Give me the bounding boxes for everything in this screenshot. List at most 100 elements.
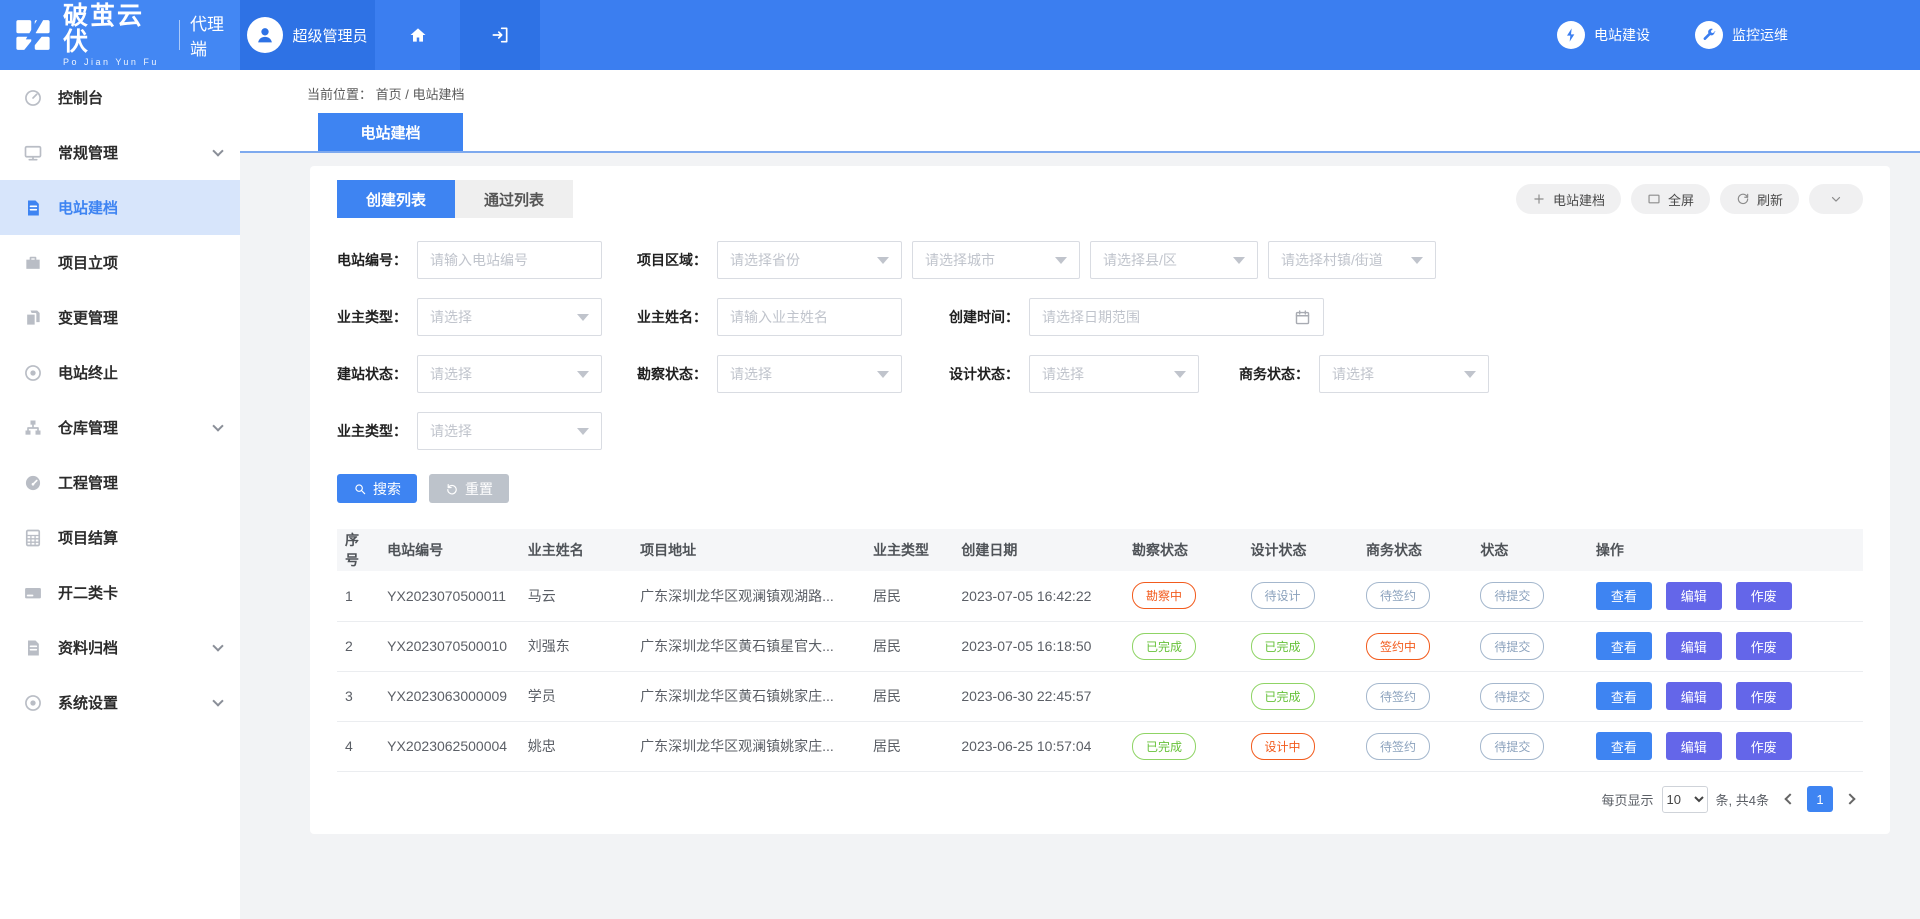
fullscreen-button[interactable]: 全屏 bbox=[1631, 184, 1710, 214]
design-status-badge: 待设计 bbox=[1251, 582, 1315, 609]
sidebar-item[interactable]: 项目立项 bbox=[0, 235, 240, 290]
sidebar-item[interactable]: 项目结算 bbox=[0, 510, 240, 565]
region-label: 项目区域： bbox=[637, 250, 707, 270]
header-nav-item[interactable]: 监控运维 bbox=[1695, 21, 1788, 49]
header-nav-item[interactable]: 电站建设 bbox=[1557, 21, 1650, 49]
user-menu[interactable]: 超级管理员 bbox=[240, 0, 375, 70]
sidebar-item[interactable]: 开二类卡 bbox=[0, 565, 240, 620]
home-button[interactable] bbox=[375, 0, 460, 70]
sidebar-item-icon bbox=[23, 253, 43, 273]
create-time-label: 创建时间： bbox=[949, 307, 1019, 327]
view-button[interactable]: 查看 bbox=[1596, 682, 1652, 710]
logo-title: 破茧云伏 bbox=[63, 3, 169, 56]
per-page-select[interactable]: 10 bbox=[1662, 786, 1708, 813]
date-range-picker[interactable]: 请选择日期范围 bbox=[1029, 298, 1324, 336]
sidebar-item-label: 工程管理 bbox=[58, 472, 118, 493]
view-button[interactable]: 查看 bbox=[1596, 582, 1652, 610]
business-status-badge: 待签约 bbox=[1366, 683, 1430, 710]
cell-created: 2023-07-05 16:42:22 bbox=[953, 571, 1124, 621]
edit-button[interactable]: 编辑 bbox=[1666, 582, 1722, 610]
sidebar-item[interactable]: 变更管理 bbox=[0, 290, 240, 345]
design-status-badge: 设计中 bbox=[1251, 733, 1315, 760]
sidebar-item[interactable]: 工程管理 bbox=[0, 455, 240, 510]
cell-owner-type: 居民 bbox=[865, 721, 953, 771]
survey-status-badge: 已完成 bbox=[1132, 733, 1196, 760]
user-name: 超级管理员 bbox=[292, 25, 367, 46]
tab[interactable]: 创建列表 bbox=[337, 180, 455, 218]
sidebar-item[interactable]: 电站终止 bbox=[0, 345, 240, 400]
sidebar-item-icon bbox=[23, 638, 43, 658]
business-status-select[interactable]: 请选择 bbox=[1319, 355, 1489, 393]
search-icon bbox=[353, 482, 367, 496]
table-row: 3 YX2023063000009 学员 广东深圳龙华区黄石镇姚家庄... 居民… bbox=[337, 671, 1863, 721]
header-nav: 电站建设 监控运维 bbox=[1557, 0, 1920, 70]
owner-name-label: 业主姓名： bbox=[637, 307, 707, 327]
village-select[interactable]: 请选择村镇/街道 bbox=[1268, 241, 1436, 279]
column-header: 电站编号 bbox=[379, 529, 520, 571]
build-status-select[interactable]: 请选择 bbox=[417, 355, 602, 393]
prev-page-button[interactable] bbox=[1777, 786, 1799, 812]
column-header: 业主姓名 bbox=[520, 529, 632, 571]
survey-status-badge: 勘察中 bbox=[1132, 582, 1196, 609]
void-button[interactable]: 作废 bbox=[1736, 632, 1792, 660]
refresh-icon bbox=[1736, 192, 1750, 206]
breadcrumb-home-link[interactable]: 首页 bbox=[376, 87, 402, 102]
view-button[interactable]: 查看 bbox=[1596, 632, 1652, 660]
survey-status-label: 勘察状态： bbox=[637, 364, 707, 384]
column-header: 状态 bbox=[1472, 529, 1587, 571]
owner-name-input[interactable] bbox=[717, 298, 902, 336]
collapse-button[interactable] bbox=[1809, 184, 1863, 214]
business-status-badge: 待签约 bbox=[1366, 733, 1430, 760]
view-button[interactable]: 查看 bbox=[1596, 732, 1652, 760]
page-tab[interactable]: 电站建档 bbox=[318, 113, 463, 151]
cell-owner-type: 居民 bbox=[865, 621, 953, 671]
logo-icon bbox=[12, 14, 54, 56]
owner-type-label: 业主类型： bbox=[337, 307, 407, 327]
owner-type-select[interactable]: 请选择 bbox=[417, 298, 602, 336]
void-button[interactable]: 作废 bbox=[1736, 582, 1792, 610]
tab[interactable]: 通过列表 bbox=[455, 180, 573, 218]
table-row: 1 YX2023070500011 马云 广东深圳龙华区观澜镇观湖路... 居民… bbox=[337, 571, 1863, 621]
table-header-row: 序号电站编号业主姓名项目地址业主类型创建日期勘察状态设计状态商务状态状态操作 bbox=[337, 529, 1863, 571]
logout-icon bbox=[490, 25, 510, 45]
survey-status-badge: 已完成 bbox=[1132, 633, 1196, 660]
logout-button[interactable] bbox=[460, 0, 540, 70]
sidebar-item-icon bbox=[23, 198, 43, 218]
design-status-select[interactable]: 请选择 bbox=[1029, 355, 1199, 393]
edit-button[interactable]: 编辑 bbox=[1666, 632, 1722, 660]
cell-seq: 3 bbox=[337, 671, 379, 721]
station-table: 序号电站编号业主姓名项目地址业主类型创建日期勘察状态设计状态商务状态状态操作 1… bbox=[337, 529, 1863, 772]
owner-type2-label: 业主类型： bbox=[337, 421, 407, 441]
current-page[interactable]: 1 bbox=[1807, 786, 1833, 812]
sidebar-item[interactable]: 电站建档 bbox=[0, 180, 240, 235]
sidebar-item-icon bbox=[23, 143, 43, 163]
search-button[interactable]: 搜索 bbox=[337, 474, 417, 503]
sidebar-item[interactable]: 常规管理 bbox=[0, 125, 240, 180]
sidebar-item[interactable]: 控制台 bbox=[0, 70, 240, 125]
breadcrumb-prefix: 当前位置： bbox=[307, 87, 372, 102]
next-page-button[interactable] bbox=[1841, 786, 1863, 812]
sidebar-item[interactable]: 系统设置 bbox=[0, 675, 240, 730]
refresh-button[interactable]: 刷新 bbox=[1720, 184, 1799, 214]
create-station-button[interactable]: 电站建档 bbox=[1516, 184, 1621, 214]
owner-type2-select[interactable]: 请选择 bbox=[417, 412, 602, 450]
sidebar-item[interactable]: 仓库管理 bbox=[0, 400, 240, 455]
county-select[interactable]: 请选择县/区 bbox=[1090, 241, 1258, 279]
void-button[interactable]: 作废 bbox=[1736, 682, 1792, 710]
sidebar-item-label: 电站终止 bbox=[58, 362, 118, 383]
caret-icon bbox=[1174, 371, 1186, 378]
cell-station-code: YX2023063000009 bbox=[379, 671, 520, 721]
survey-status-select[interactable]: 请选择 bbox=[717, 355, 902, 393]
column-header: 业主类型 bbox=[865, 529, 953, 571]
void-button[interactable]: 作废 bbox=[1736, 732, 1792, 760]
station-code-input[interactable] bbox=[417, 241, 602, 279]
edit-button[interactable]: 编辑 bbox=[1666, 682, 1722, 710]
province-select[interactable]: 请选择省份 bbox=[717, 241, 902, 279]
design-status-badge: 已完成 bbox=[1251, 683, 1315, 710]
plus-icon bbox=[1532, 192, 1546, 206]
edit-button[interactable]: 编辑 bbox=[1666, 732, 1722, 760]
reset-button[interactable]: 重置 bbox=[429, 474, 509, 503]
chevron-down-icon bbox=[1829, 192, 1843, 206]
city-select[interactable]: 请选择城市 bbox=[912, 241, 1080, 279]
sidebar-item[interactable]: 资料归档 bbox=[0, 620, 240, 675]
